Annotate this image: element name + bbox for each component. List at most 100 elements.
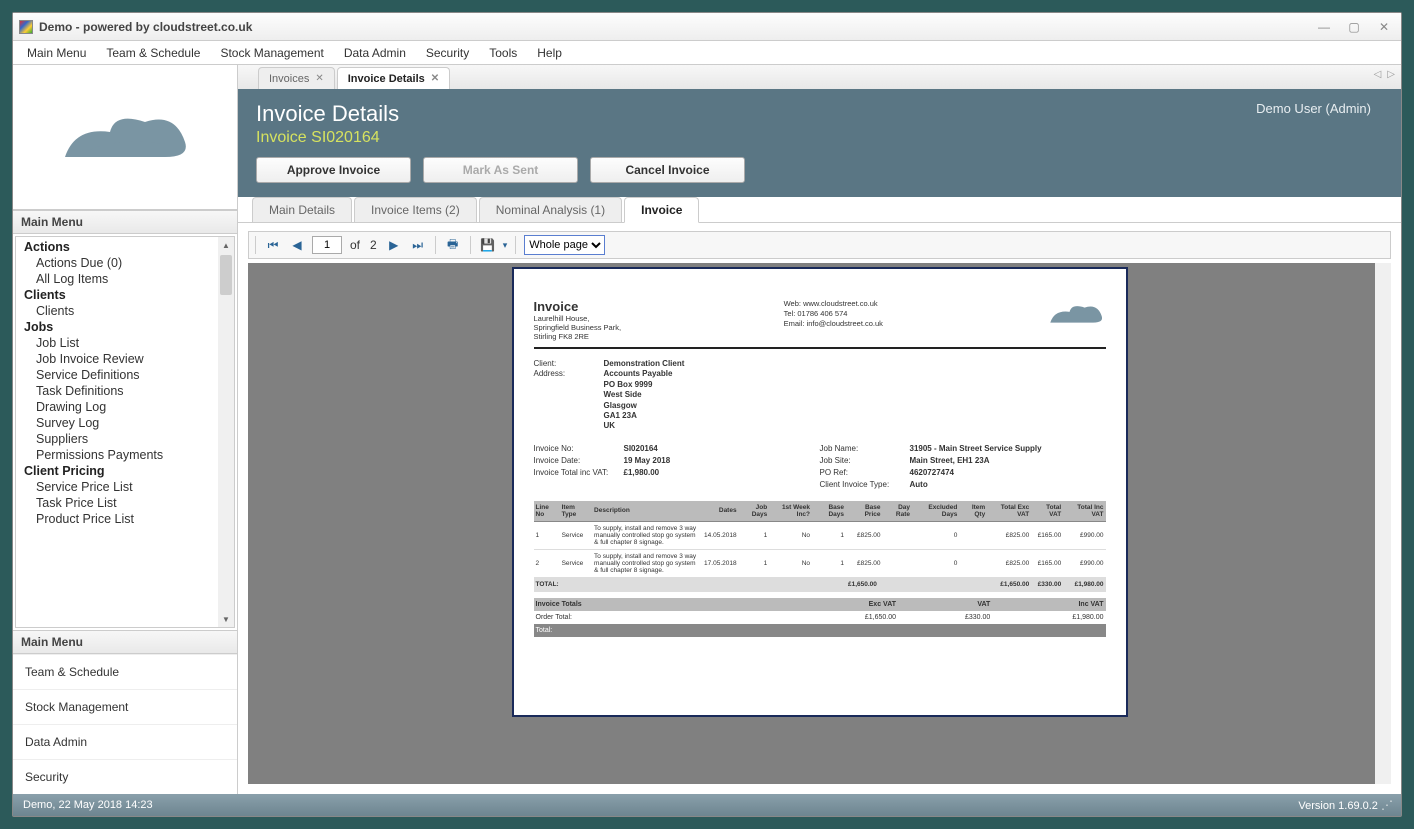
company-address: Laurelhill House, Springfield Business P…	[534, 314, 622, 341]
tabs-next-icon[interactable]: ▷	[1387, 69, 1395, 80]
nav-data-admin[interactable]: Data Admin	[13, 724, 237, 759]
menu-stock[interactable]: Stock Management	[210, 41, 333, 64]
sidebar: Main Menu Actions Actions Due (0) All Lo…	[13, 65, 238, 794]
tree-group-clients[interactable]: Clients	[16, 287, 218, 303]
table-total-row: TOTAL:£1,650.00£1,650.00£330.00£1,980.00	[534, 577, 1106, 591]
menu-main[interactable]: Main Menu	[17, 41, 96, 64]
page-input[interactable]	[312, 236, 342, 254]
resize-grip-icon[interactable]: ⋰	[1381, 798, 1391, 812]
tree-item-job-invoice-review[interactable]: Job Invoice Review	[16, 351, 218, 367]
menu-security[interactable]: Security	[416, 41, 479, 64]
invoice-logo-icon	[1046, 299, 1106, 329]
tabs-prev-icon[interactable]: ◁	[1374, 69, 1382, 80]
sidebar-nav-header[interactable]: Main Menu	[13, 630, 237, 654]
sidebar-tree: Actions Actions Due (0) All Log Items Cl…	[15, 236, 235, 628]
close-button[interactable]: ✕	[1373, 19, 1395, 35]
scroll-thumb[interactable]	[220, 255, 232, 295]
tab-invoice-details-label: Invoice Details	[348, 73, 425, 85]
tab-invoices[interactable]: Invoices ✕	[258, 67, 335, 89]
menubar: Main Menu Team & Schedule Stock Manageme…	[13, 41, 1401, 65]
page-title: Invoice Details	[256, 101, 1383, 127]
scroll-down-icon[interactable]: ▼	[218, 611, 234, 627]
tab-invoice-details[interactable]: Invoice Details ✕	[337, 67, 450, 89]
tab-close-icon[interactable]: ✕	[315, 73, 323, 84]
minimize-button[interactable]: —	[1313, 19, 1335, 35]
titlebar: Demo - powered by cloudstreet.co.uk — ▢ …	[13, 13, 1401, 41]
viewer-toolbar: ⏮ ◀ of 2 ▶ ⏭ 🖶 💾 ▾ Whole page	[248, 231, 1391, 259]
logo-box	[13, 65, 237, 210]
page-subtitle: Invoice SI020164	[256, 129, 1383, 147]
page-total: 2	[368, 238, 379, 252]
last-page-icon[interactable]: ⏭	[409, 236, 427, 254]
nav-stock[interactable]: Stock Management	[13, 689, 237, 724]
nav-team[interactable]: Team & Schedule	[13, 654, 237, 689]
doc-tabs: Invoices ✕ Invoice Details ✕ ◁ ▷	[238, 65, 1401, 89]
statusbar: Demo, 22 May 2018 14:23 Version 1.69.0.2…	[13, 794, 1401, 816]
tree-item-actions-due[interactable]: Actions Due (0)	[16, 255, 218, 271]
page-of-label: of	[348, 238, 362, 252]
tree-item-job-list[interactable]: Job List	[16, 335, 218, 351]
first-page-icon[interactable]: ⏮	[264, 236, 282, 254]
nav-security[interactable]: Security	[13, 759, 237, 794]
zoom-select[interactable]: Whole page	[524, 235, 605, 255]
invoice-lines-table: Line NoItem TypeDescription DatesJob Day…	[534, 501, 1106, 592]
invoice-summary-table: Invoice TotalsExc VATVATInc VAT Order To…	[534, 598, 1106, 637]
preview-pane: Invoice Laurelhill House, Springfield Bu…	[248, 263, 1391, 784]
tree-item-clients[interactable]: Clients	[16, 303, 218, 319]
approve-button[interactable]: Approve Invoice	[256, 157, 411, 183]
tree-item-drawing-log[interactable]: Drawing Log	[16, 399, 218, 415]
sub-tab-main-details[interactable]: Main Details	[252, 197, 352, 222]
tree-scrollbar[interactable]: ▲ ▼	[218, 237, 234, 627]
tree-group-jobs[interactable]: Jobs	[16, 319, 218, 335]
maximize-button[interactable]: ▢	[1343, 19, 1365, 35]
tree-item-product-price[interactable]: Product Price List	[16, 511, 218, 527]
tab-close-icon[interactable]: ✕	[431, 73, 439, 84]
invoice-page: Invoice Laurelhill House, Springfield Bu…	[512, 267, 1128, 717]
tree-group-pricing[interactable]: Client Pricing	[16, 463, 218, 479]
client-name: Demonstration Client	[604, 359, 685, 369]
sub-tab-invoice[interactable]: Invoice	[624, 197, 699, 223]
menu-help[interactable]: Help	[527, 41, 572, 64]
sub-tab-invoice-items[interactable]: Invoice Items (2)	[354, 197, 477, 222]
tree-item-permissions[interactable]: Permissions Payments	[16, 447, 218, 463]
address-label: Address:	[534, 369, 604, 431]
cancel-button[interactable]: Cancel Invoice	[590, 157, 745, 183]
save-icon[interactable]: 💾	[479, 236, 497, 254]
window-title: Demo - powered by cloudstreet.co.uk	[39, 20, 1313, 34]
mark-sent-button: Mark As Sent	[423, 157, 578, 183]
tree-item-survey-log[interactable]: Survey Log	[16, 415, 218, 431]
client-address: Accounts Payable PO Box 9999 West Side G…	[604, 369, 673, 431]
tab-invoices-label: Invoices	[269, 73, 309, 85]
table-row: 1ServiceTo supply, install and remove 3 …	[534, 521, 1106, 549]
client-label: Client:	[534, 359, 604, 369]
page-header: Demo User (Admin) Invoice Details Invoic…	[238, 89, 1401, 197]
cloud-logo-icon	[55, 102, 195, 172]
tree-item-task-price[interactable]: Task Price List	[16, 495, 218, 511]
app-window: Demo - powered by cloudstreet.co.uk — ▢ …	[12, 12, 1402, 817]
next-page-icon[interactable]: ▶	[385, 236, 403, 254]
tree-group-actions[interactable]: Actions	[16, 239, 218, 255]
tree-item-service-def[interactable]: Service Definitions	[16, 367, 218, 383]
tree-item-all-log[interactable]: All Log Items	[16, 271, 218, 287]
current-user: Demo User (Admin)	[1256, 101, 1371, 116]
sub-tab-nominal[interactable]: Nominal Analysis (1)	[479, 197, 622, 222]
app-icon	[19, 20, 33, 34]
tree-item-task-def[interactable]: Task Definitions	[16, 383, 218, 399]
menu-team[interactable]: Team & Schedule	[96, 41, 210, 64]
table-row: 2ServiceTo supply, install and remove 3 …	[534, 549, 1106, 577]
tree-item-service-price[interactable]: Service Price List	[16, 479, 218, 495]
scroll-up-icon[interactable]: ▲	[218, 237, 234, 253]
invoice-title: Invoice	[534, 299, 622, 314]
status-left: Demo, 22 May 2018 14:23	[23, 799, 153, 811]
prev-page-icon[interactable]: ◀	[288, 236, 306, 254]
tree-item-suppliers[interactable]: Suppliers	[16, 431, 218, 447]
status-version: Version 1.69.0.2	[1298, 800, 1378, 812]
main-area: Invoices ✕ Invoice Details ✕ ◁ ▷ Demo Us…	[238, 65, 1401, 794]
sidebar-header-main[interactable]: Main Menu	[13, 210, 237, 234]
sub-tabs: Main Details Invoice Items (2) Nominal A…	[238, 197, 1401, 223]
print-icon[interactable]: 🖶	[444, 236, 462, 254]
preview-scrollbar[interactable]	[1375, 263, 1391, 784]
save-dropdown-icon[interactable]: ▾	[503, 240, 508, 251]
menu-tools[interactable]: Tools	[479, 41, 527, 64]
menu-data-admin[interactable]: Data Admin	[334, 41, 416, 64]
